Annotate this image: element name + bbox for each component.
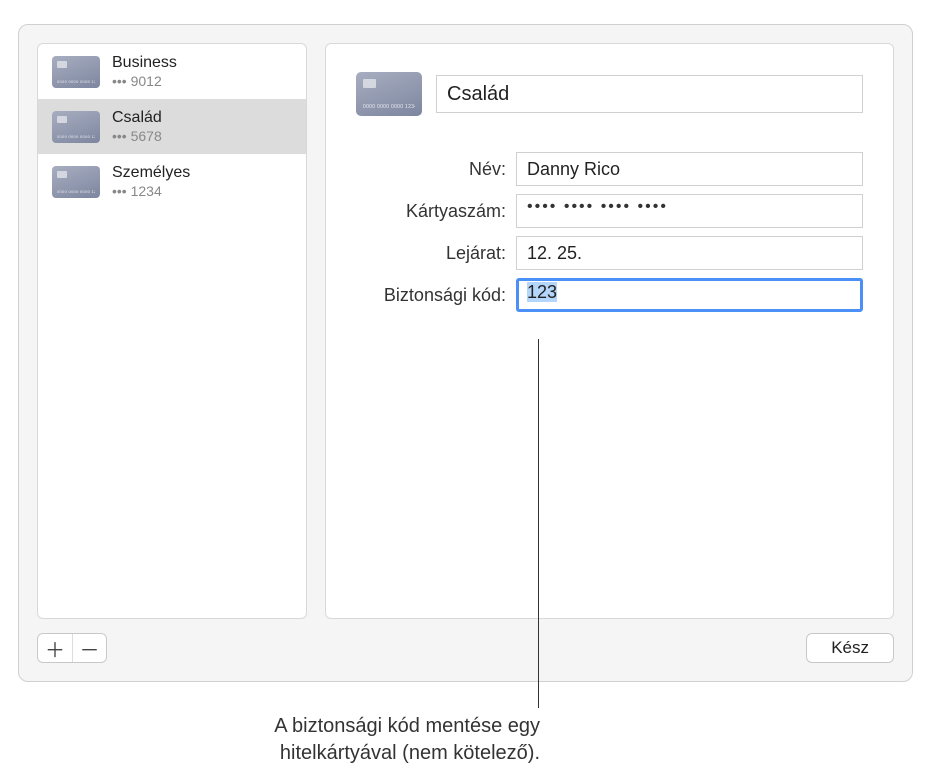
content-row: Business ••• 9012 Család ••• 5678 Személ…	[37, 43, 894, 619]
bottom-toolbar: ＋ － Kész	[37, 633, 894, 663]
number-label: Kártyaszám:	[356, 201, 506, 222]
credit-card-icon	[52, 111, 100, 143]
add-card-button[interactable]: ＋	[38, 634, 72, 662]
add-remove-group: ＋ －	[37, 633, 107, 663]
card-form: Név: Kártyaszám: •••• •••• •••• •••• Lej…	[356, 152, 863, 312]
card-title: Személyes	[112, 164, 190, 182]
card-text: Személyes ••• 1234	[112, 164, 190, 199]
card-last4: ••• 5678	[112, 128, 162, 144]
credit-card-icon	[52, 56, 100, 88]
security-code-input[interactable]: 123	[516, 278, 863, 312]
card-title: Business	[112, 54, 177, 72]
callout-line2: hitelkártyával (nem kötelező).	[280, 742, 540, 764]
card-detail-panel: Név: Kártyaszám: •••• •••• •••• •••• Lej…	[325, 43, 894, 619]
card-text: Család ••• 5678	[112, 109, 162, 144]
card-list: Business ••• 9012 Család ••• 5678 Személ…	[38, 44, 306, 618]
expiry-label: Lejárat:	[356, 243, 506, 264]
card-title: Család	[112, 109, 162, 127]
credit-card-icon	[52, 166, 100, 198]
card-text: Business ••• 9012	[112, 54, 177, 89]
card-item-csalad[interactable]: Család ••• 5678	[38, 99, 306, 154]
detail-header	[356, 72, 863, 116]
security-code-label: Biztonsági kód:	[356, 285, 506, 306]
card-item-business[interactable]: Business ••• 9012	[38, 44, 306, 99]
done-button[interactable]: Kész	[806, 633, 894, 663]
card-last4: ••• 9012	[112, 73, 177, 89]
card-description-input[interactable]	[436, 75, 863, 113]
credit-card-settings-window: Business ••• 9012 Család ••• 5678 Személ…	[18, 24, 913, 682]
card-list-sidebar: Business ••• 9012 Család ••• 5678 Személ…	[37, 43, 307, 619]
plus-icon: ＋	[45, 634, 65, 663]
card-item-szemelyes[interactable]: Személyes ••• 1234	[38, 154, 306, 209]
callout-line1: A biztonsági kód mentése egy	[274, 715, 540, 737]
minus-icon: －	[80, 634, 100, 663]
credit-card-icon	[356, 72, 422, 116]
remove-card-button[interactable]: －	[72, 634, 106, 662]
card-number-input[interactable]: •••• •••• •••• ••••	[516, 194, 863, 228]
callout-caption: A biztonsági kód mentése egy hitelkártyá…	[0, 713, 540, 767]
cardholder-name-input[interactable]	[516, 152, 863, 186]
callout-line	[538, 339, 539, 708]
expiry-input[interactable]	[516, 236, 863, 270]
card-last4: ••• 1234	[112, 183, 190, 199]
security-code-value: 123	[527, 282, 557, 302]
name-label: Név:	[356, 159, 506, 180]
